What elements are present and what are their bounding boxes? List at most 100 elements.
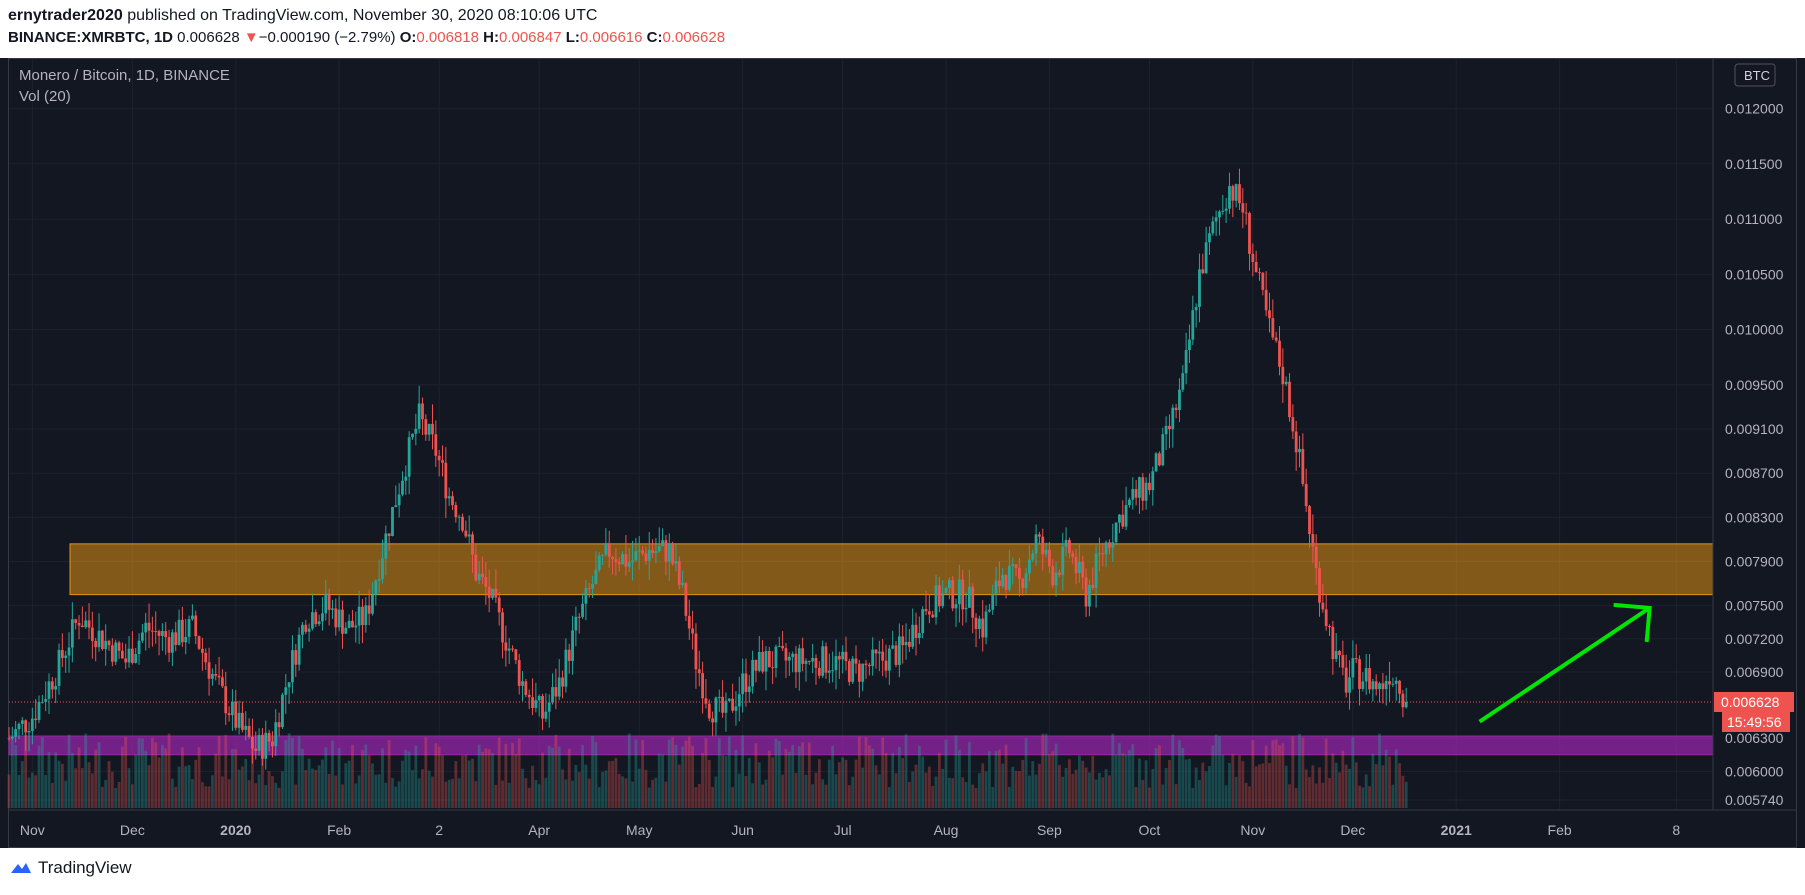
candle-body [1024,573,1028,589]
volume-bar [634,739,638,808]
volume-bar [964,782,968,808]
volume-bar [647,787,651,808]
volume-bar [174,786,178,808]
volume-bar [707,759,711,808]
candle-body [170,632,174,653]
candle-body [497,597,501,613]
volume-bar [681,746,684,808]
price-chart[interactable]: 0.012000 0.011500 0.011000 0.010500 0.010000… [0,0,1805,895]
volume-bar [574,764,578,808]
candle-body [1281,366,1285,385]
candle-body [1181,373,1185,390]
candle-body [751,659,755,687]
candle-body [1191,310,1195,340]
candle-body [1001,574,1005,587]
candle-body [1168,425,1171,430]
candle-body [711,718,715,723]
candle-body [261,735,264,759]
candle-body [321,613,324,622]
volume-bar [724,756,728,808]
volume-bar [764,779,768,808]
tradingview-brand[interactable]: TradingView [10,858,132,878]
candle-body [551,687,554,703]
candle-body [474,554,478,581]
time-tick-label: Nov [20,822,45,838]
candle-body [1308,506,1311,535]
volume-bar [821,779,825,808]
candle-body [371,595,374,614]
candle-body [477,573,481,581]
volume-bar [914,764,918,808]
candle-body [254,748,258,751]
volume-bar [20,761,24,808]
volume-bar [421,769,424,808]
candle-body [927,611,931,615]
candle-body [44,698,48,702]
volume-bar [1308,777,1311,808]
candle-body [947,580,951,588]
candle-body [304,624,308,632]
candle-body [14,729,18,737]
volume-bar [1181,748,1185,808]
volume-bar [1164,768,1168,808]
candle-body [244,725,248,730]
time-tick-label: May [626,822,652,838]
volume-bar [991,786,995,808]
volume-bar [1321,782,1325,808]
candle-body [351,620,354,628]
volume-bar [561,769,564,808]
volume-bar [1174,784,1178,808]
candle-body [644,553,648,561]
candle-body [1294,431,1298,453]
volume-bar [1184,759,1188,808]
candle-body [277,722,281,728]
volume-bar [1241,761,1245,808]
volume-bar [1111,733,1115,808]
candle-body [204,652,208,663]
candle-body [1134,489,1138,498]
candle-body [571,630,574,661]
volume-bar [17,775,21,808]
volume-bar [734,749,738,808]
candle-body [177,619,181,645]
candle-body [1378,683,1381,690]
candle-body [951,580,955,609]
volume-bar [227,779,231,808]
volume-bar [697,783,701,808]
candle-body [241,712,244,730]
volume-bar [367,755,371,808]
volume-bar [357,775,361,808]
volume-bar [617,773,621,808]
candle-body [157,631,161,636]
candle-body [1214,217,1218,222]
candle-body [344,627,348,634]
volume-bar [187,765,191,808]
candle-body [621,554,624,565]
volume-bar [1017,771,1021,808]
volume-bar [1314,783,1318,808]
candle-body [641,550,644,554]
volume-bar [1211,745,1215,808]
candle-body [461,516,464,531]
candle-body [597,555,601,570]
volume-bar [454,761,458,808]
currency-badge-label[interactable]: BTC [1744,68,1770,83]
volume-bar [441,755,444,808]
volume-bar [674,744,678,808]
volume-bar [254,783,258,808]
volume-bar [497,737,501,808]
candle-body [654,551,658,554]
chart-legend-title: Monero / Bitcoin, 1D, BINANCE [19,67,230,84]
volume-bar [951,778,955,808]
volume-bar [754,743,758,808]
volume-bar [1158,745,1161,808]
candle-body [231,701,234,716]
volume-bar [711,786,715,808]
volume-bar [351,744,354,808]
candle-body [431,423,434,435]
candle-body [801,648,805,664]
volume-bar [1341,750,1345,808]
candle-body [507,648,511,651]
volume-bar [1331,753,1335,808]
candle-body [1124,505,1128,527]
